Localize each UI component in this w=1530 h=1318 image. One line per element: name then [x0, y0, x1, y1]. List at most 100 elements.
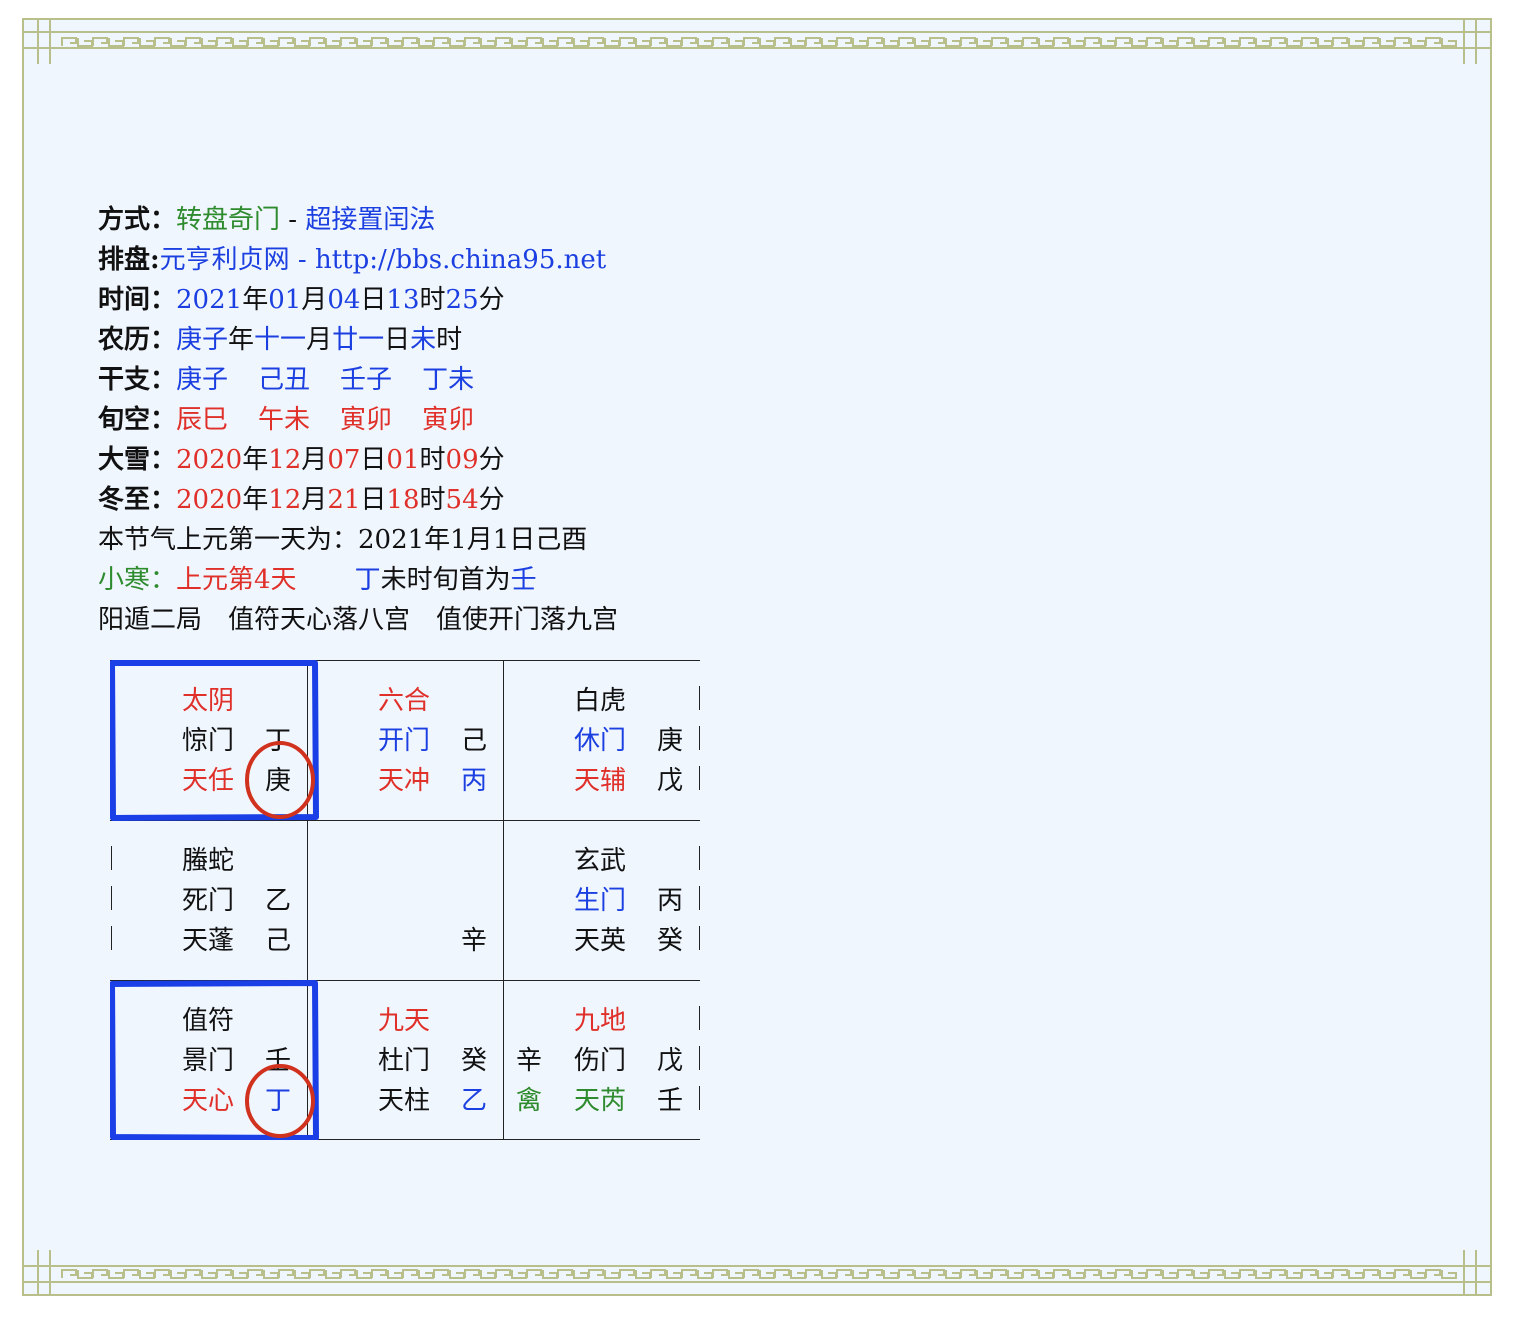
- shijian-minute: 25: [445, 285, 479, 315]
- fret-motif: [619, 37, 651, 47]
- paipan-sep: -: [289, 245, 315, 275]
- xunkong-month: 午未: [258, 405, 311, 435]
- fret-motif: [216, 37, 248, 47]
- xunkong-day: 寅卯: [340, 405, 393, 435]
- nongli-line: 农历：庚子年十一月廿一日未时: [98, 320, 618, 360]
- fret-motif: [278, 37, 310, 47]
- paipan-url[interactable]: http://bbs.china95.net: [315, 245, 606, 275]
- paipan-line: 排盘:元亨利贞网 - http://bbs.china95.net: [98, 240, 618, 280]
- fret-motif: [1363, 1269, 1395, 1279]
- fret-motif: [371, 1269, 403, 1279]
- daxue-d: 日: [360, 445, 387, 475]
- dongzhi-hour: 18: [386, 485, 420, 515]
- fret-motif: [1208, 1269, 1240, 1279]
- fret-motif: [61, 1269, 93, 1279]
- nongli-m: 月: [306, 325, 333, 355]
- fret-motif: [92, 37, 124, 47]
- fret-motif: [1332, 37, 1364, 47]
- paipan-label: 排盘:: [98, 245, 160, 275]
- fret-motif: [309, 1269, 341, 1279]
- fangshi-method: 超接置闰法: [305, 205, 436, 235]
- fret-motif: [185, 1269, 217, 1279]
- fangshi-sep: -: [280, 205, 306, 235]
- fret-motif: [1146, 37, 1178, 47]
- paipan-site[interactable]: 元亨利贞网: [160, 245, 290, 275]
- shijian-month: 01: [268, 285, 302, 315]
- fret-motif: [867, 1269, 899, 1279]
- daxue-line: 大雪：2020年12月07日01时09分: [98, 440, 618, 480]
- fret-motif: [464, 37, 496, 47]
- fret-motif: [1239, 37, 1271, 47]
- fret-motif: [1053, 1269, 1085, 1279]
- shijian-d: 日: [360, 285, 387, 315]
- shijian-y: 年: [242, 285, 269, 315]
- fret-motif: [681, 1269, 713, 1279]
- circle-mark-ding: [245, 1064, 315, 1138]
- dongzhi-d: 日: [360, 485, 387, 515]
- annotation-marks: [110, 660, 319, 1140]
- xunkong-line: 旬空：辰巳 午未 寅卯 寅卯: [98, 400, 618, 440]
- fret-motif: [712, 1269, 744, 1279]
- fret-motif: [1022, 1269, 1054, 1279]
- daxue-m: 月: [301, 445, 328, 475]
- fret-motif: [1301, 1269, 1333, 1279]
- nongli-h: 时: [436, 325, 463, 355]
- dongzhi-h: 时: [419, 485, 446, 515]
- fret-motif: [836, 37, 868, 47]
- fret-motif: [1177, 1269, 1209, 1279]
- fret-motif: [1084, 1269, 1116, 1279]
- daxue-minute: 09: [445, 445, 479, 475]
- fret-motif: [1363, 37, 1395, 47]
- dongzhi-label: 冬至：: [98, 485, 177, 515]
- fret-motif: [526, 1269, 558, 1279]
- fret-motif: [402, 37, 434, 47]
- fret-motif: [495, 37, 527, 47]
- fret-motif: [123, 37, 155, 47]
- ganzhi-hour: 丁未: [422, 365, 475, 395]
- dongzhi-mi: 分: [478, 485, 505, 515]
- xunkong-label: 旬空：: [98, 405, 177, 435]
- ju-line: 阳遁二局 值符天心落八宫 值使开门落九宫: [98, 605, 619, 635]
- palace-grid: 太阴 惊门 丁 天任 庚 六合 开门 己 天冲 丙 白虎 休门 庚 天辅 戊 螣…: [110, 660, 700, 1140]
- highlight-box-bottom: [110, 980, 319, 1140]
- xiaohan-line: 小寒：上元第4天 丁未时旬首为壬: [98, 560, 618, 600]
- shangyuan-line: 本节气上元第一天为：2021年1月1日己酉: [98, 525, 588, 555]
- fret-motif: [929, 1269, 961, 1279]
- fret-motif: [557, 1269, 589, 1279]
- fret-motif: [991, 1269, 1023, 1279]
- fret-motif: [867, 37, 899, 47]
- xunshou-pre: 丁: [354, 565, 381, 595]
- fret-motif: [743, 37, 775, 47]
- fret-motif: [495, 1269, 527, 1279]
- nongli-year: 庚子: [176, 325, 229, 355]
- fret-motif: [1332, 1269, 1364, 1279]
- fret-motif: [340, 1269, 372, 1279]
- nongli-y: 年: [228, 325, 255, 355]
- nongli-month: 十一: [254, 325, 307, 355]
- fret-motif: [216, 1269, 248, 1279]
- fangshi-label: 方式：: [98, 205, 177, 235]
- fret-motif: [1425, 37, 1457, 47]
- nongli-label: 农历：: [98, 325, 177, 355]
- fret-motif: [805, 37, 837, 47]
- fret-motif: [650, 1269, 682, 1279]
- fret-motif: [247, 37, 279, 47]
- daxue-day: 07: [327, 445, 361, 475]
- chart-info: 方式：转盘奇门 - 超接置闰法 排盘:元亨利贞网 - http://bbs.ch…: [98, 200, 618, 640]
- dongzhi-y: 年: [242, 485, 269, 515]
- fret-motif: [1425, 1269, 1457, 1279]
- fret-motif: [588, 1269, 620, 1279]
- fret-motif: [185, 37, 217, 47]
- dongzhi-year: 2020: [176, 485, 243, 515]
- shijian-line: 时间：2021年01月04日13时25分: [98, 280, 618, 320]
- dongzhi-line: 冬至：2020年12月21日18时54分: [98, 480, 618, 520]
- dongzhi-day: 21: [327, 485, 361, 515]
- daxue-month: 12: [268, 445, 302, 475]
- fret-motif: [371, 37, 403, 47]
- fret-motif: [1239, 1269, 1271, 1279]
- shijian-year: 2021: [176, 285, 243, 315]
- nongli-d: 日: [384, 325, 411, 355]
- fret-motif: [1115, 37, 1147, 47]
- fret-motif: [433, 1269, 465, 1279]
- xiaohan-label: 小寒：: [98, 565, 177, 595]
